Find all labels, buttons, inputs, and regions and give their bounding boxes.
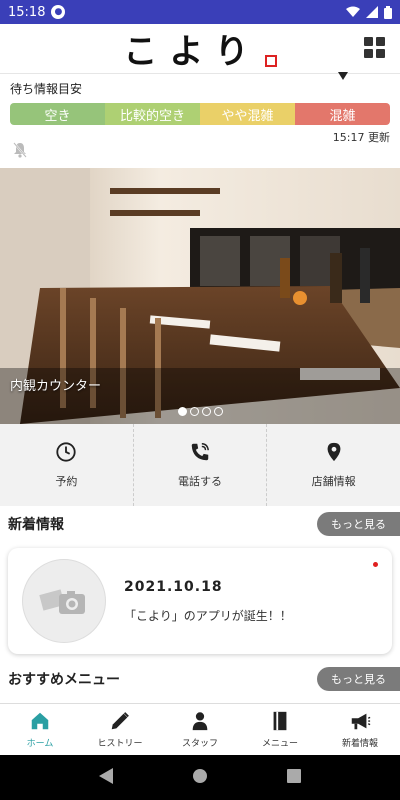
- store-info-button[interactable]: 店舗情報: [267, 424, 400, 506]
- nav-menu-label: メニュー: [261, 739, 298, 749]
- phone-icon: [191, 443, 209, 461]
- recommend-more-button[interactable]: もっと見る: [317, 667, 400, 691]
- status-bar: 15:18 ●: [0, 0, 400, 24]
- logo-seal: [264, 55, 277, 67]
- news-section-header: 新着情報 もっと見る: [0, 509, 400, 539]
- wait-info-title: 待ち情報目安: [10, 82, 83, 96]
- system-navigation-bar: [0, 755, 400, 800]
- news-body: 2021.10.18 「こより」のアプリが誕生！！: [124, 579, 292, 624]
- logo-text: こより: [123, 32, 261, 72]
- app-logo: こより: [123, 24, 277, 73]
- nav-menu[interactable]: メニュー: [240, 704, 320, 755]
- person-icon: [192, 712, 208, 731]
- recommend-section-header: おすすめメニュー もっと見る: [0, 664, 400, 694]
- reservation-label: 予約: [55, 475, 78, 488]
- app-notification-icon: ●: [51, 5, 66, 19]
- news-section-title: 新着情報: [8, 517, 64, 533]
- level-empty: 空き: [10, 103, 105, 125]
- app-header: こより: [0, 24, 400, 74]
- level-busy: 混雑: [295, 103, 390, 125]
- nav-history-label: ヒストリー: [97, 739, 143, 749]
- hero-carousel[interactable]: 内観カウンター: [0, 168, 400, 424]
- grid-icon: [364, 37, 373, 46]
- clock-icon: [56, 442, 76, 462]
- unread-dot: [373, 562, 378, 567]
- news-more-button[interactable]: もっと見る: [317, 512, 400, 536]
- signal-icon: [366, 6, 378, 18]
- congestion-bar: 空き 比較的空き やや混雑 混雑: [10, 103, 390, 125]
- status-time: 15:18: [8, 4, 46, 20]
- carousel-dot-1[interactable]: [177, 407, 187, 416]
- pencil-icon: [111, 712, 129, 730]
- nav-history[interactable]: ヒストリー: [80, 704, 160, 755]
- nav-staff-label: スタッフ: [181, 739, 218, 749]
- nav-home-label: ホーム: [26, 739, 54, 749]
- carousel-dot-2[interactable]: [189, 407, 199, 416]
- nav-staff[interactable]: スタッフ: [160, 704, 240, 755]
- wait-info: 待ち情報目安 空き 比較的空き やや混雑 混雑 15:17 更新: [10, 72, 390, 145]
- menu-grid-button[interactable]: [364, 37, 386, 59]
- reservation-button[interactable]: 予約: [0, 424, 134, 506]
- wifi-icon: [346, 6, 360, 17]
- carousel-dot-4[interactable]: [213, 407, 223, 416]
- congestion-pointer-icon: [338, 72, 348, 80]
- home-icon: [31, 712, 49, 730]
- megaphone-icon: [351, 713, 371, 730]
- news-text: 「こより」のアプリが誕生！！: [124, 608, 292, 623]
- nav-news[interactable]: 新着情報: [320, 704, 400, 755]
- carousel-dot-3[interactable]: [201, 407, 211, 416]
- level-fairly-empty: 比較的空き: [105, 103, 200, 125]
- store-info-label: 店舗情報: [311, 475, 356, 488]
- battery-icon: [384, 5, 392, 19]
- level-slightly-busy: やや混雑: [200, 103, 295, 125]
- call-button[interactable]: 電話する: [134, 424, 268, 506]
- nav-news-label: 新着情報: [341, 739, 378, 749]
- carousel-indicator: [0, 407, 400, 416]
- bell-off-icon[interactable]: [12, 142, 28, 158]
- quick-actions: 予約 電話する 店舗情報: [0, 424, 400, 506]
- news-date: 2021.10.18: [124, 578, 223, 595]
- recents-icon[interactable]: [286, 768, 301, 787]
- map-pin-icon: [327, 442, 341, 462]
- back-icon[interactable]: [99, 767, 114, 788]
- photo-placeholder-icon: [39, 589, 85, 614]
- bottom-navigation: ホーム ヒストリー スタッフ メニュー 新着情報: [0, 703, 400, 755]
- news-thumbnail: [22, 559, 106, 643]
- news-card[interactable]: 2021.10.18 「こより」のアプリが誕生！！: [8, 548, 392, 654]
- hero-caption: 内観カウンター: [10, 379, 102, 394]
- recommend-section-title: おすすめメニュー: [8, 672, 120, 688]
- call-label: 電話する: [178, 475, 222, 488]
- nav-home[interactable]: ホーム: [0, 704, 80, 755]
- updated-time: 15:17 更新: [332, 131, 390, 144]
- home-circle-icon[interactable]: [192, 768, 208, 788]
- book-icon: [273, 711, 287, 731]
